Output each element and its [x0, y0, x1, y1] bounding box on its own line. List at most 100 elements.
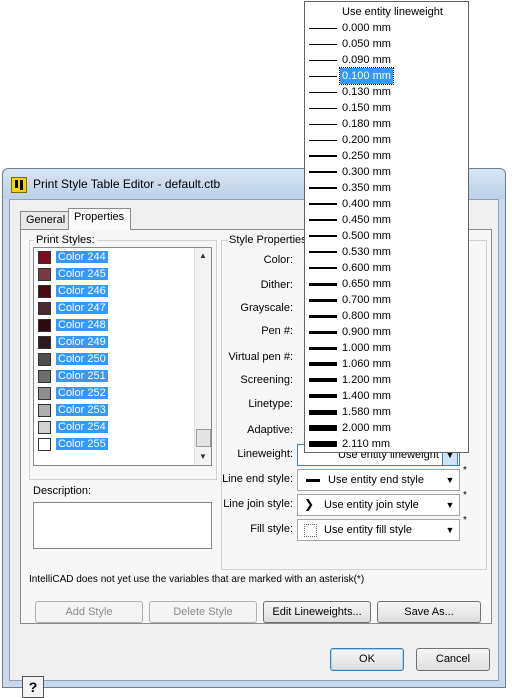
list-item[interactable]: Color 246 [36, 283, 108, 300]
line-end-style-value: Use entity end style [328, 474, 424, 486]
description-label: Description: [33, 485, 92, 497]
chevron-down-icon[interactable]: ▼ [443, 472, 457, 488]
lineweight-sample-icon [309, 60, 337, 61]
lineweight-option[interactable]: Use entity lineweight [307, 4, 466, 20]
lineweight-sample-icon [309, 331, 337, 334]
lineweight-option[interactable]: 2.000 mm [307, 420, 466, 436]
lineweight-option[interactable]: 0.200 mm [307, 132, 466, 148]
lineweight-option[interactable]: 0.000 mm [307, 20, 466, 36]
lineweight-option-label: 1.400 mm [342, 390, 391, 402]
add-style-button[interactable]: Add Style [35, 601, 143, 623]
lineweight-option-label: 1.060 mm [342, 358, 391, 370]
lineweight-option[interactable]: 1.400 mm [307, 388, 466, 404]
list-item-label: Color 251 [56, 370, 108, 382]
lineweight-option[interactable]: 0.600 mm [307, 260, 466, 276]
list-item[interactable]: Color 254 [36, 419, 108, 436]
lineweight-sample-icon [309, 315, 337, 318]
chevron-down-icon[interactable]: ▼ [443, 522, 457, 538]
lineweight-sample-icon [309, 92, 337, 93]
edit-lineweights-button[interactable]: Edit Lineweights... [263, 601, 371, 623]
lineweight-sample-icon [309, 76, 337, 77]
chevron-down-icon[interactable]: ▼ [443, 497, 457, 513]
save-as-button[interactable]: Save As... [377, 601, 481, 623]
color-swatch-icon [38, 404, 51, 417]
print-styles-list[interactable]: Color 244 Color 245 Color 246 Color 247 Colo… [33, 247, 212, 466]
lineweight-option[interactable]: 0.350 mm [307, 180, 466, 196]
ok-button[interactable]: OK [330, 648, 404, 671]
lineweight-option[interactable]: 2.110 mm [307, 436, 466, 452]
lineweight-option-label: 0.900 mm [342, 326, 391, 338]
list-item-label: Color 244 [56, 251, 108, 263]
lineweight-option-label: 1.000 mm [342, 342, 391, 354]
lineweight-sample-icon [309, 410, 337, 415]
fill-style-combo[interactable]: Use entity fill style ▼ [297, 519, 460, 541]
lineweight-option-label: 0.090 mm [342, 54, 391, 66]
line-join-style-icon: ❯ [304, 497, 315, 511]
list-item[interactable]: Color 249 [36, 334, 108, 351]
list-item[interactable]: Color 251 [36, 368, 108, 385]
lineweight-option[interactable]: 0.400 mm [307, 196, 466, 212]
color-swatch-icon [38, 336, 51, 349]
lineweight-option-label: 0.650 mm [342, 278, 391, 290]
lineweight-option-label: 0.800 mm [342, 310, 391, 322]
lineweight-option[interactable]: 0.250 mm [307, 148, 466, 164]
list-item[interactable]: Color 244 [36, 249, 108, 266]
line-join-style-combo[interactable]: ❯ Use entity join style ▼ [297, 494, 460, 516]
delete-style-button[interactable]: Delete Style [149, 601, 257, 623]
list-item[interactable]: Color 245 [36, 266, 108, 283]
tab-general[interactable]: General [20, 211, 70, 230]
lineweight-option[interactable]: 0.800 mm [307, 308, 466, 324]
lineweight-option-label: 0.600 mm [342, 262, 391, 274]
lineweight-option[interactable]: 0.150 mm [307, 100, 466, 116]
linetype-label: Linetype: [248, 398, 293, 410]
lineweight-option[interactable]: 1.200 mm [307, 372, 466, 388]
lineweight-option-label: 0.130 mm [342, 86, 391, 98]
list-item[interactable]: Color 255 [36, 436, 108, 453]
lineweight-dropdown-list[interactable]: Use entity lineweight 0.000 mm 0.050 mm 0.0… [304, 1, 469, 453]
lineweight-option[interactable]: 0.130 mm [307, 84, 466, 100]
lineweight-option[interactable]: 1.000 mm [307, 340, 466, 356]
virtual-pen-number-label: Virtual pen #: [228, 351, 293, 363]
lineweight-sample-icon [309, 299, 337, 302]
lineweight-option[interactable]: 0.090 mm [307, 52, 466, 68]
lineweight-option[interactable]: 0.180 mm [307, 116, 466, 132]
list-item-label: Color 247 [56, 302, 108, 314]
color-swatch-icon [38, 353, 51, 366]
list-item[interactable]: Color 248 [36, 317, 108, 334]
lineweight-option[interactable]: 0.500 mm [307, 228, 466, 244]
line-end-asterisk: * [463, 465, 467, 476]
description-field[interactable] [33, 502, 212, 549]
lineweight-option-label: 0.100 mm [339, 67, 394, 85]
lineweight-option[interactable]: 0.100 mm [307, 67, 466, 85]
list-item[interactable]: Color 250 [36, 351, 108, 368]
lineweight-option[interactable]: 0.650 mm [307, 276, 466, 292]
list-item-label: Color 245 [56, 268, 108, 280]
color-swatch-icon [38, 319, 51, 332]
color-swatch-icon [38, 438, 51, 451]
list-item[interactable]: Color 252 [36, 385, 108, 402]
lineweight-option[interactable]: 0.300 mm [307, 164, 466, 180]
lineweight-option-label: 1.580 mm [342, 406, 391, 418]
lineweight-option[interactable]: 1.580 mm [307, 404, 466, 420]
help-button[interactable]: ? [22, 676, 44, 698]
lineweight-option-label: 0.150 mm [342, 102, 391, 114]
lineweight-sample-icon [309, 394, 337, 398]
lineweight-option[interactable]: 0.530 mm [307, 244, 466, 260]
lineweight-option[interactable]: 0.450 mm [307, 212, 466, 228]
fill-style-asterisk: * [463, 515, 467, 526]
lineweight-option[interactable]: 1.060 mm [307, 356, 466, 372]
lineweight-sample-icon [309, 267, 337, 269]
lineweight-option[interactable]: 0.050 mm [307, 36, 466, 52]
lineweight-sample-icon [309, 362, 337, 366]
cancel-button[interactable]: Cancel [416, 648, 490, 671]
lineweight-option[interactable]: 0.700 mm [307, 292, 466, 308]
pen-number-label: Pen #: [261, 325, 293, 337]
list-item[interactable]: Color 247 [36, 300, 108, 317]
list-item[interactable]: Color 253 [36, 402, 108, 419]
lineweight-option-label: 1.200 mm [342, 374, 391, 386]
tab-properties[interactable]: Properties [68, 208, 131, 230]
lineweight-sample-icon [309, 347, 337, 350]
lineweight-option[interactable]: 0.900 mm [307, 324, 466, 340]
lineweight-option-label: 0.300 mm [342, 166, 391, 178]
line-end-style-combo[interactable]: Use entity end style ▼ [297, 469, 460, 491]
